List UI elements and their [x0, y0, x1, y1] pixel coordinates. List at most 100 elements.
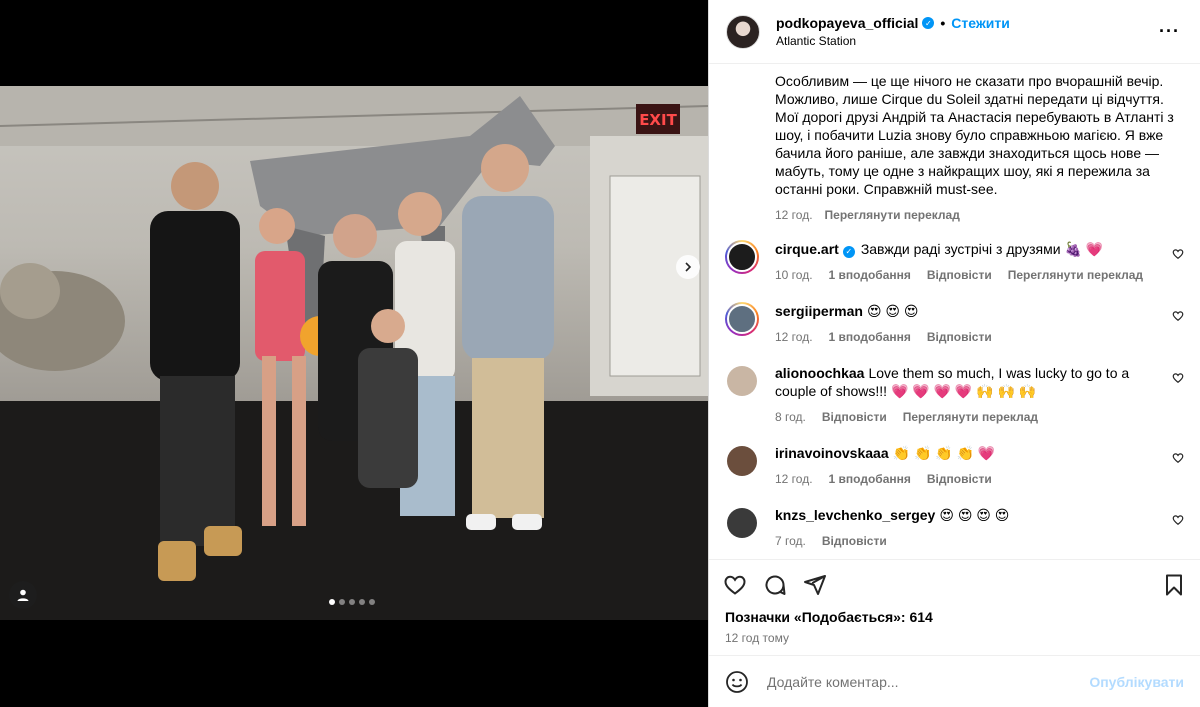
comment-username[interactable]: sergiiperman: [775, 303, 863, 319]
more-options-icon[interactable]: ···: [1155, 21, 1184, 42]
comment-bubble-icon[interactable]: [763, 573, 787, 597]
translate-button[interactable]: Переглянути переклад: [903, 408, 1038, 426]
publish-button[interactable]: Опублікувати: [1089, 674, 1184, 690]
comment-text: Завжди раді зустрічі з друзями 🍇 💗: [860, 241, 1104, 257]
translate-button[interactable]: Переглянути переклад: [1008, 266, 1143, 284]
verified-badge-icon: ✓: [922, 17, 935, 29]
comment-like-heart-icon[interactable]: [1172, 452, 1184, 464]
comment-avatar[interactable]: [725, 506, 759, 540]
media-pane: EXIT: [0, 0, 708, 707]
action-bar: [709, 559, 1200, 599]
reply-button[interactable]: Відповісти: [822, 408, 887, 426]
comment-item: sergiiperman 😍 😍 😍 12 год. 1 вподобання Відп…: [725, 302, 1184, 346]
comments-area[interactable]: Особливим — це ще нічого не сказати про …: [709, 64, 1200, 559]
comment-avatar[interactable]: [725, 302, 759, 336]
separator-dot: •: [940, 15, 946, 31]
comment-line: sergiiperman 😍 😍 😍: [775, 302, 1156, 320]
carousel-next-button[interactable]: [676, 255, 700, 279]
likes-count[interactable]: Позначки «Подобається»: 614: [709, 599, 1200, 625]
caption-meta: 12 год. Переглянути переклад: [775, 208, 1184, 222]
comment-line: irinavoinovskaaa 👏 👏 👏 👏 💗: [775, 444, 1156, 462]
comment-meta: 8 год. Відповісти Переглянути переклад: [775, 408, 1156, 426]
follow-button[interactable]: Стежити: [951, 15, 1010, 31]
comment-username[interactable]: alionoochkaa: [775, 365, 864, 381]
reply-button[interactable]: Відповісти: [927, 470, 992, 488]
comment-text: 😍 😍 😍: [866, 303, 919, 319]
comment-time: 10 год.: [775, 268, 813, 282]
carousel-dot[interactable]: [369, 599, 375, 605]
comment-time: 12 год.: [775, 472, 813, 486]
side-panel: podkopayeva_official ✓ • Стежити Atlanti…: [708, 0, 1200, 707]
comment-avatar[interactable]: [725, 240, 759, 274]
comment-like-heart-icon[interactable]: [1172, 514, 1184, 526]
carousel-dots: [329, 599, 375, 605]
comment-avatar[interactable]: [725, 364, 759, 398]
post-header: podkopayeva_official ✓ • Стежити Atlanti…: [709, 0, 1200, 64]
like-heart-icon[interactable]: [723, 573, 747, 597]
comment-body: cirque.art ✓ Завжди раді зустрічі з друзям…: [775, 240, 1184, 284]
author-info: podkopayeva_official ✓ • Стежити Atlanti…: [776, 15, 1155, 48]
caption-time: 12 год.: [775, 208, 813, 222]
comment-body: alionoochkaa Love them so much, I was luc…: [775, 364, 1184, 426]
comment-item: knzs_levchenko_sergey 😍 😍 😍 😍 7 год. Відпов…: [725, 506, 1184, 550]
verified-badge-icon: ✓: [842, 246, 855, 258]
comment-item: cirque.art ✓ Завжди раді зустрічі з друзям…: [725, 240, 1184, 284]
comment-username[interactable]: irinavoinovskaaa: [775, 445, 889, 461]
comment-line: alionoochkaa Love them so much, I was luc…: [775, 364, 1156, 400]
post-dialog: EXIT podkopayeva_official ✓ • Стежити At…: [0, 0, 1200, 707]
avatar-image: [727, 446, 757, 476]
comment-list: cirque.art ✓ Завжди раді зустрічі з друзям…: [725, 240, 1184, 550]
comment-like-heart-icon[interactable]: [1172, 372, 1184, 384]
caption-translate-button[interactable]: Переглянути переклад: [825, 208, 960, 222]
share-send-icon[interactable]: [803, 573, 827, 597]
comment-time: 7 год.: [775, 534, 806, 548]
add-comment-bar: Опублікувати: [709, 655, 1200, 707]
comment-input[interactable]: [765, 672, 1090, 691]
comment-likes-count[interactable]: 1 вподобання: [829, 470, 911, 488]
comment-meta: 12 год. 1 вподобання Відповісти: [775, 470, 1156, 488]
post-photo[interactable]: EXIT: [0, 86, 708, 620]
author-username[interactable]: podkopayeva_official: [776, 15, 918, 31]
comment-body: irinavoinovskaaa 👏 👏 👏 👏 💗 12 год. 1 вподоб…: [775, 444, 1184, 488]
reply-button[interactable]: Відповісти: [927, 266, 992, 284]
post-time-ago: 12 год тому: [725, 631, 789, 645]
comment-likes-count[interactable]: 1 вподобання: [829, 266, 911, 284]
comment-meta: 10 год. 1 вподобання Відповісти Переглянути…: [775, 266, 1156, 284]
comment-username[interactable]: cirque.art: [775, 241, 839, 257]
comment-time: 12 год.: [775, 330, 813, 344]
post-location[interactable]: Atlantic Station: [776, 34, 1155, 48]
reply-button[interactable]: Відповісти: [822, 532, 887, 550]
comment-line: knzs_levchenko_sergey 😍 😍 😍 😍: [775, 506, 1156, 524]
comment-likes-count[interactable]: 1 вподобання: [829, 328, 911, 346]
chevron-right-icon: [685, 262, 692, 272]
carousel-dot[interactable]: [349, 599, 355, 605]
comment-username[interactable]: knzs_levchenko_sergey: [775, 507, 935, 523]
user-icon: [17, 589, 29, 601]
comment-item: irinavoinovskaaa 👏 👏 👏 👏 💗 12 год. 1 вподоб…: [725, 444, 1184, 488]
carousel-dot[interactable]: [339, 599, 345, 605]
caption-text: Особливим — це ще нічого не сказати про …: [775, 73, 1174, 197]
comment-like-heart-icon[interactable]: [1172, 248, 1184, 260]
author-avatar[interactable]: [726, 14, 760, 49]
comment-meta: 12 год. 1 вподобання Відповісти: [775, 328, 1156, 346]
comment-meta: 7 год. Відповісти: [775, 532, 1156, 550]
comment-avatar[interactable]: [725, 444, 759, 478]
save-bookmark-icon[interactable]: [1162, 573, 1186, 597]
comment-line: cirque.art ✓ Завжди раді зустрічі з друзям…: [775, 240, 1156, 258]
reply-button[interactable]: Відповісти: [927, 328, 992, 346]
avatar-image: [727, 508, 757, 538]
avatar-image: [727, 242, 757, 272]
carousel-dot[interactable]: [329, 599, 335, 605]
comment-like-heart-icon[interactable]: [1172, 310, 1184, 322]
comment-text: 👏 👏 👏 👏 💗: [892, 445, 996, 461]
photo-illustration: EXIT: [0, 86, 708, 620]
avatar-image: [727, 304, 757, 334]
comment-body: sergiiperman 😍 😍 😍 12 год. 1 вподобання Відп…: [775, 302, 1184, 346]
avatar-image: [727, 366, 757, 396]
emoji-icon[interactable]: [725, 670, 749, 694]
comment-time: 8 год.: [775, 410, 806, 424]
comment-text: 😍 😍 😍 😍: [939, 507, 1010, 523]
svg-text:EXIT: EXIT: [639, 111, 677, 129]
tagged-users-button[interactable]: [9, 581, 37, 609]
carousel-dot[interactable]: [359, 599, 365, 605]
